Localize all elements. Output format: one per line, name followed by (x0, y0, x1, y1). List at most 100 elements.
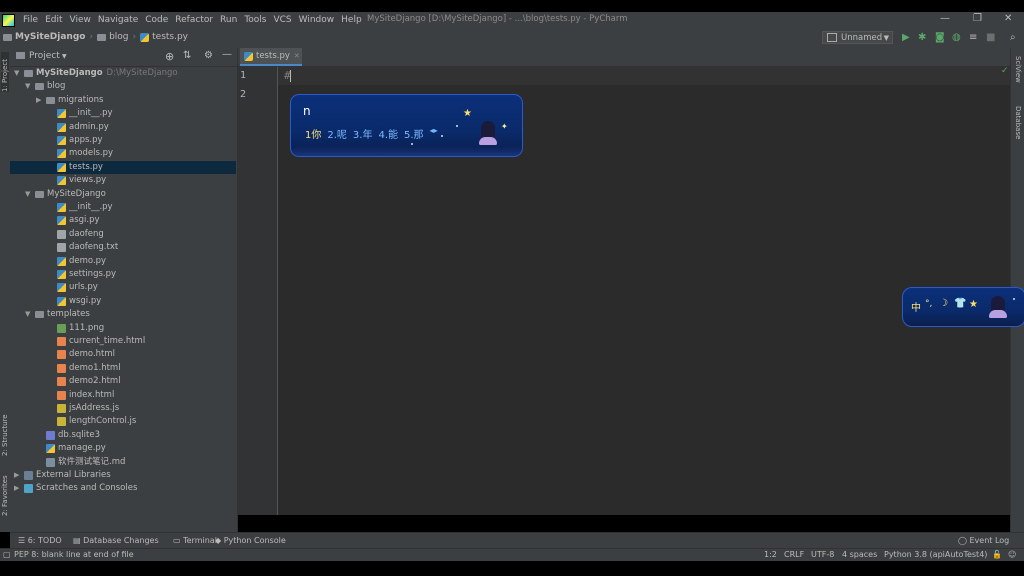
menu-edit[interactable]: Edit (45, 15, 62, 25)
tree-item[interactable]: daofeng (10, 228, 236, 241)
file-encoding[interactable]: UTF-8 (811, 550, 834, 559)
tree-item[interactable]: daofeng.txt (10, 241, 236, 254)
interpreter-selector[interactable]: Python 3.8 (apiAutoTest4) (884, 550, 987, 559)
breadcrumb-blog[interactable]: blog (109, 32, 128, 42)
tree-item[interactable]: demo.py (10, 255, 236, 268)
tree-item[interactable]: views.py (10, 174, 236, 187)
tree-item[interactable]: db.sqlite3 (10, 429, 236, 442)
ime-candidate-5[interactable]: 5.那 (404, 126, 424, 141)
profile-icon[interactable]: ◍ (952, 33, 961, 43)
tree-item[interactable]: tests.py (10, 160, 236, 174)
tree-item[interactable]: asgi.py (10, 214, 236, 227)
breadcrumb-file[interactable]: tests.py (152, 32, 188, 42)
skin-icon[interactable]: 👕 (954, 298, 966, 309)
favorites-tool-tab[interactable]: 2: Favorites (1, 472, 9, 516)
close-icon[interactable]: ✕ (1004, 13, 1012, 24)
debug-icon[interactable]: ✱ (918, 33, 926, 43)
status-toggle-icon[interactable]: ▢ (3, 550, 11, 559)
menu-tools[interactable]: Tools (244, 15, 266, 25)
tree-item[interactable]: ▼ MySiteDjango (10, 188, 236, 201)
tab-tests-py[interactable]: tests.py ✕ (240, 48, 302, 66)
lock-icon[interactable]: 🔓 (992, 550, 1002, 559)
todo-tool-button[interactable]: ☰ 6: TODO (18, 536, 62, 545)
indent-setting[interactable]: 4 spaces (842, 550, 877, 559)
tree-item[interactable]: wsgi.py (10, 295, 236, 308)
project-view-selector[interactable]: Project (29, 51, 60, 61)
locate-icon[interactable]: ⊕ (165, 50, 174, 63)
ime-candidate-1[interactable]: 1你 (305, 126, 321, 141)
ime-mode-chinese[interactable]: 中 (911, 299, 921, 314)
structure-tool-tab[interactable]: 2: Structure (1, 408, 9, 456)
tree-item[interactable]: manage.py (10, 442, 236, 455)
menu-file[interactable]: File (23, 15, 38, 25)
menu-window[interactable]: Window (299, 15, 335, 25)
caret-position[interactable]: 1:2 (764, 550, 777, 559)
collapse-arrow-icon[interactable]: ▶ (14, 469, 24, 482)
collapse-arrow-icon[interactable]: ▶ (14, 482, 24, 495)
collapse-arrow-icon[interactable]: ▶ (36, 94, 46, 107)
ime-candidate-3[interactable]: 3.年 (353, 126, 373, 141)
tree-item[interactable]: admin.py (10, 121, 236, 134)
menu-refactor[interactable]: Refactor (175, 15, 213, 25)
stop-icon[interactable]: ■ (986, 33, 995, 43)
coverage-icon[interactable]: ◙ (935, 33, 945, 43)
tree-item[interactable]: jsAddress.js (10, 402, 236, 415)
page-arrows-icon[interactable]: ◂▸ (430, 126, 438, 141)
tree-item[interactable]: demo.html (10, 348, 236, 361)
terminal-button[interactable]: ▭ Terminal (173, 536, 217, 545)
gear-icon[interactable]: ⚙ (204, 50, 213, 61)
inspector-icon[interactable]: ☺ (1008, 550, 1016, 559)
menu-code[interactable]: Code (145, 15, 168, 25)
py-file-icon (57, 270, 66, 279)
tree-item[interactable]: 111.png (10, 322, 236, 335)
project-tool-tab[interactable]: 1: Project (1, 52, 9, 92)
sciview-tool-tab[interactable]: SciView (1014, 56, 1022, 96)
run-icon[interactable]: ▶ (902, 33, 910, 43)
menu-help[interactable]: Help (341, 15, 362, 25)
tree-item[interactable]: ▶ Scratches and Consoles (10, 482, 236, 495)
tree-item[interactable]: ▼ templates (10, 308, 236, 321)
search-everywhere-icon[interactable]: ⌕ (1010, 33, 1016, 43)
hide-panel-icon[interactable]: — (222, 49, 232, 60)
tree-item[interactable]: current_time.html (10, 335, 236, 348)
collapse-all-icon[interactable]: ⇅ (183, 50, 191, 61)
expand-arrow-icon[interactable]: ▼ (14, 67, 24, 80)
tree-item[interactable]: index.html (10, 389, 236, 402)
tree-item[interactable]: settings.py (10, 268, 236, 281)
ime-candidate-2[interactable]: 2.呢 (327, 126, 347, 141)
expand-arrow-icon[interactable]: ▼ (25, 308, 35, 321)
expand-arrow-icon[interactable]: ▼ (25, 188, 35, 201)
minimize-icon[interactable]: — (940, 13, 950, 24)
restore-icon[interactable]: ❐ (973, 13, 982, 24)
tree-item[interactable]: 软件测试笔记.md (10, 456, 236, 469)
tree-item[interactable]: demo1.html (10, 362, 236, 375)
tree-item[interactable]: ▼ blog (10, 80, 236, 93)
line-separator[interactable]: CRLF (784, 550, 804, 559)
menu-navigate[interactable]: Navigate (98, 15, 138, 25)
tree-item[interactable]: urls.py (10, 281, 236, 294)
database-tool-tab[interactable]: Database (1014, 106, 1022, 150)
tree-item[interactable]: ▶ migrations (10, 94, 236, 107)
tree-item[interactable]: lengthControl.js (10, 415, 236, 428)
tree-item[interactable]: apps.py (10, 134, 236, 147)
python-console-button[interactable]: ◆ Python Console (215, 536, 286, 545)
close-tab-icon[interactable]: ✕ (294, 52, 300, 60)
tree-item[interactable]: demo2.html (10, 375, 236, 388)
expand-arrow-icon[interactable]: ▼ (25, 80, 35, 93)
breadcrumb-project[interactable]: MySiteDjango (15, 32, 85, 42)
ime-candidate-4[interactable]: 4.能 (378, 126, 398, 141)
moon-icon[interactable]: ☽ (939, 298, 948, 309)
punctuation-icon[interactable]: °, (925, 299, 932, 309)
menu-vcs[interactable]: VCS (273, 15, 291, 25)
run-config-select[interactable]: Unnamed ▼ (822, 31, 893, 44)
tree-item[interactable]: ▼ MySiteDjango D:\MySiteDjango (10, 67, 236, 80)
event-log-button[interactable]: ◯ Event Log (958, 536, 1009, 545)
menu-run[interactable]: Run (220, 15, 237, 25)
tree-item[interactable]: models.py (10, 147, 236, 160)
build-icon[interactable]: ≡ (969, 33, 977, 43)
database-changes-button[interactable]: ▤ Database Changes (73, 536, 159, 545)
menu-view[interactable]: View (70, 15, 91, 25)
tree-item[interactable]: ▶ External Libraries (10, 469, 236, 482)
tree-item[interactable]: __init__.py (10, 107, 236, 120)
tree-item[interactable]: __init__.py (10, 201, 236, 214)
